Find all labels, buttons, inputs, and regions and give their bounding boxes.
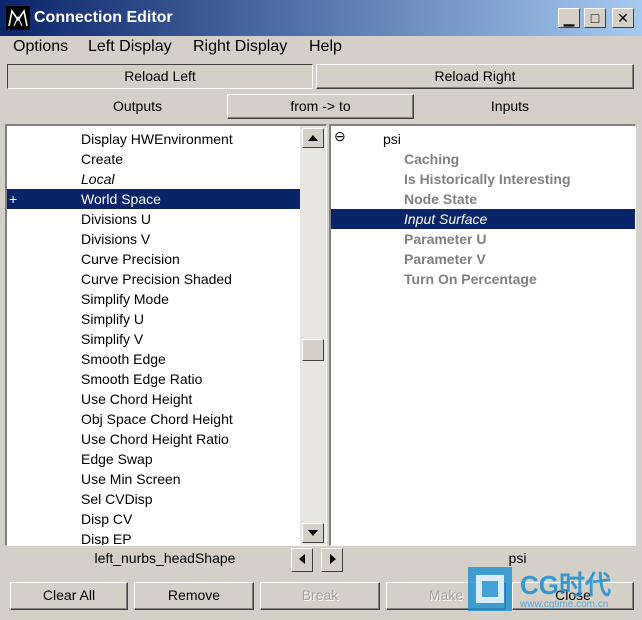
output-attribute-row[interactable]: Use Min Screen [7, 469, 300, 489]
menu-left-display[interactable]: Left Display [88, 38, 172, 56]
output-attribute-row[interactable]: Curve Precision [7, 249, 300, 269]
input-attribute-row[interactable]: Is Historically Interesting [331, 169, 635, 189]
output-attribute-row[interactable]: Disp EP [7, 529, 300, 545]
outputs-label: Outputs [112, 98, 163, 114]
output-attribute-row[interactable]: Use Chord Height [7, 389, 300, 409]
maximize-button[interactable]: □ [584, 8, 606, 28]
cgtime-watermark: CG时代 www.cgtime.com.cn [466, 565, 636, 615]
output-attribute-row[interactable]: World Space [7, 189, 300, 209]
output-attribute-row[interactable]: Display HWEnvironment [7, 129, 300, 149]
collapse-icon[interactable]: ⊖ [334, 128, 346, 145]
maximize-icon: □ [590, 10, 600, 26]
scroll-down-button[interactable] [302, 523, 324, 543]
minimize-button[interactable]: ▁ [558, 8, 580, 28]
menu-help[interactable]: Help [309, 38, 342, 56]
menu-bar: Options Left Display Right Display Help [0, 36, 642, 60]
remove-button[interactable]: Remove [134, 582, 254, 610]
maya-app-icon [6, 6, 30, 30]
menu-right-display[interactable]: Right Display [193, 38, 287, 56]
output-attribute-row[interactable]: Local [7, 169, 300, 189]
reload-left-button[interactable]: Reload Left [7, 64, 313, 89]
output-attribute-row[interactable]: Divisions U [7, 209, 300, 229]
output-attribute-row[interactable]: Smooth Edge [7, 349, 300, 369]
output-attribute-row[interactable]: Create [7, 149, 300, 169]
reload-right-button[interactable]: Reload Right [316, 64, 634, 89]
direction-toggle-button[interactable]: from -> to [227, 94, 414, 119]
arrow-down-icon [308, 530, 318, 536]
outputs-list[interactable]: Display HWEnvironment Create Local + World S… [5, 124, 327, 546]
output-attribute-row[interactable]: Curve Precision Shaded [7, 269, 300, 289]
input-attribute-row[interactable]: Parameter V [331, 249, 635, 269]
input-attribute-row[interactable]: Turn On Percentage [331, 269, 635, 289]
watermark-url: www.cgtime.com.cn [520, 599, 609, 610]
close-window-button[interactable]: ✕ [612, 8, 634, 28]
cgtime-logo-icon [468, 567, 512, 611]
output-attribute-row[interactable]: Simplify Mode [7, 289, 300, 309]
connection-marker: + [9, 191, 18, 207]
output-attribute-row[interactable]: Obj Space Chord Height [7, 409, 300, 429]
scroll-right-button[interactable] [321, 548, 343, 572]
left-node-name: left_nurbs_headShape [94, 550, 236, 566]
output-attribute-row[interactable]: Edge Swap [7, 449, 300, 469]
break-button[interactable]: Break [260, 582, 380, 610]
output-attribute-row[interactable]: Divisions V [7, 229, 300, 249]
arrow-left-icon [299, 554, 305, 564]
inputs-root-node[interactable]: psi [383, 129, 401, 149]
title-bar: Connection Editor ▁ □ ✕ [0, 0, 642, 36]
input-attribute-row[interactable]: Node State [331, 189, 635, 209]
menu-options[interactable]: Options [13, 38, 68, 56]
right-node-name: psi [508, 550, 527, 566]
close-icon: ✕ [617, 10, 629, 26]
output-attribute-row[interactable]: Simplify U [7, 309, 300, 329]
inputs-label: Inputs [490, 98, 530, 114]
window-title: Connection Editor [34, 9, 173, 26]
inputs-list[interactable]: ⊖ psi Caching Is Historically Interesting… [329, 124, 636, 546]
input-attribute-row[interactable]: Caching [331, 149, 635, 169]
watermark-brand: CG时代 [520, 570, 612, 600]
output-attribute-row[interactable]: Use Chord Height Ratio [7, 429, 300, 449]
scroll-up-button[interactable] [302, 128, 324, 148]
outputs-scrollbar[interactable] [300, 126, 326, 545]
output-attribute-row[interactable]: Sel CVDisp [7, 489, 300, 509]
minimize-icon: ▁ [563, 10, 575, 26]
input-attribute-row[interactable]: Input Surface [331, 209, 635, 229]
output-attribute-row[interactable]: Smooth Edge Ratio [7, 369, 300, 389]
scroll-thumb[interactable] [302, 339, 324, 361]
input-attribute-row[interactable]: Parameter U [331, 229, 635, 249]
output-attribute-row[interactable]: Disp CV [7, 509, 300, 529]
arrow-up-icon [308, 135, 318, 141]
output-attribute-row[interactable]: Simplify V [7, 329, 300, 349]
scroll-left-button[interactable] [291, 548, 313, 572]
clear-all-button[interactable]: Clear All [10, 582, 128, 610]
arrow-right-icon [330, 554, 336, 564]
